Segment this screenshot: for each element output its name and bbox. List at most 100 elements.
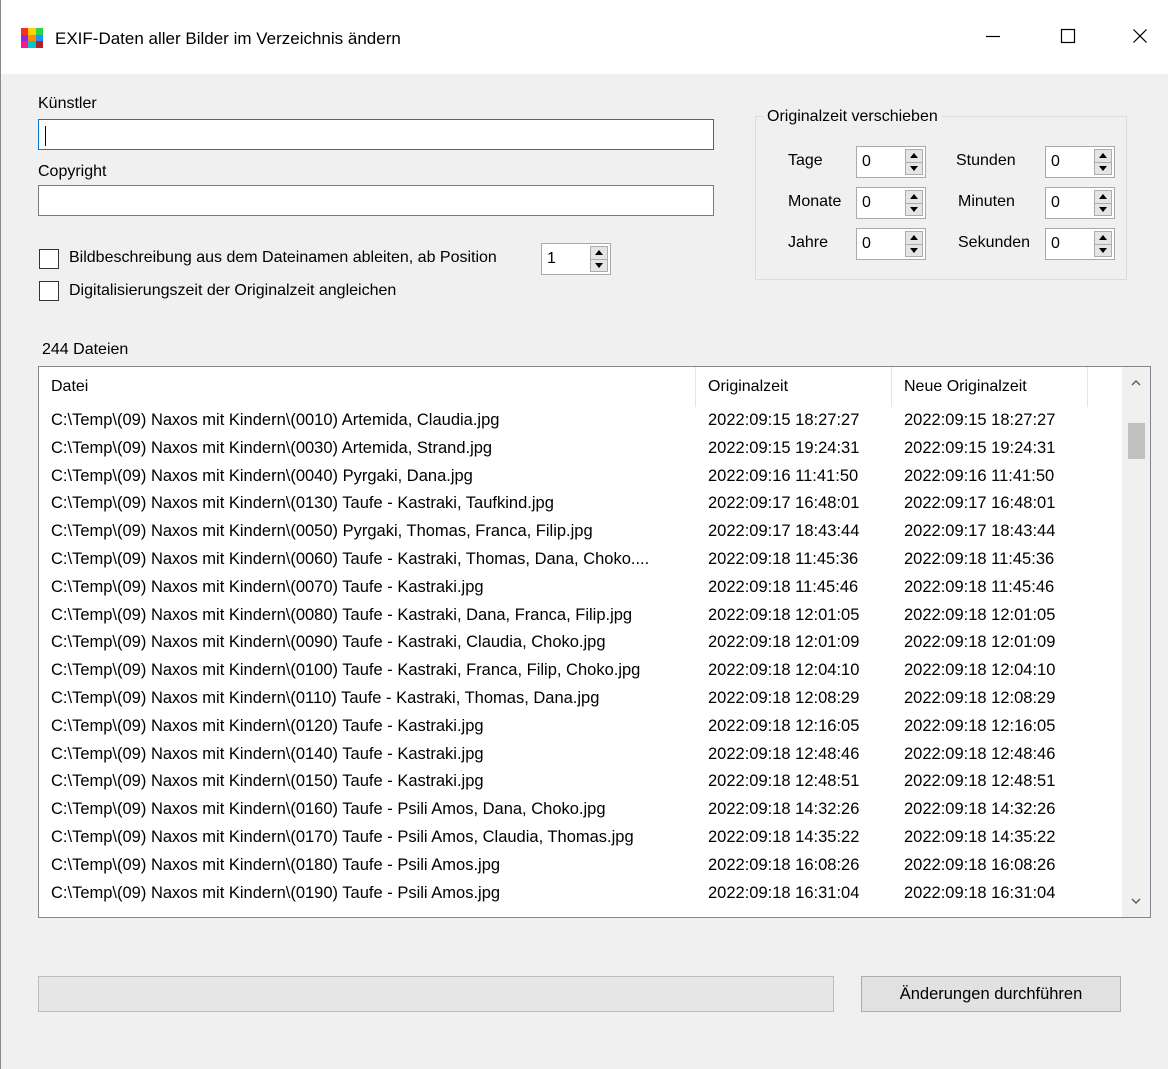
table-row[interactable]: C:\Temp\(09) Naxos mit Kindern\(0110) Ta… xyxy=(39,685,1123,713)
icon-cell xyxy=(35,34,43,42)
spin-down-button[interactable] xyxy=(1094,243,1112,257)
spin-down-button[interactable] xyxy=(905,202,923,216)
time-shift-title: Originalzeit verschieben xyxy=(763,108,942,126)
column-header-neue-originalzeit[interactable]: Neue Originalzeit xyxy=(892,367,1088,407)
original-time-cell: 2022:09:18 11:45:46 xyxy=(708,577,859,596)
file-list[interactable]: Datei Originalzeit Neue Originalzeit C:\… xyxy=(38,366,1151,918)
spin-down-button[interactable] xyxy=(905,243,923,257)
original-time-cell: 2022:09:18 12:16:05 xyxy=(708,716,860,735)
new-original-time-cell: 2022:09:18 12:04:10 xyxy=(904,661,1056,680)
table-row[interactable]: C:\Temp\(09) Naxos mit Kindern\(0080) Ta… xyxy=(39,602,1123,630)
new-original-time-cell: 2022:09:17 18:43:44 xyxy=(904,522,1056,541)
sekunden-spinner[interactable]: 0 xyxy=(1045,228,1115,260)
table-row[interactable]: C:\Temp\(09) Naxos mit Kindern\(0070) Ta… xyxy=(39,574,1123,602)
text-caret xyxy=(45,126,46,146)
maximize-button[interactable] xyxy=(1046,16,1090,56)
table-row[interactable]: C:\Temp\(09) Naxos mit Kindern\(0140) Ta… xyxy=(39,741,1123,769)
jahre-spinner[interactable]: 0 xyxy=(856,228,926,260)
tage-spinner[interactable]: 0 xyxy=(856,146,926,178)
table-row[interactable]: C:\Temp\(09) Naxos mit Kindern\(0030) Ar… xyxy=(39,435,1123,463)
arrow-up-icon xyxy=(1099,235,1107,241)
original-time-cell: 2022:09:17 18:43:44 xyxy=(708,522,860,541)
file-path-cell: C:\Temp\(09) Naxos mit Kindern\(0170) Ta… xyxy=(51,827,634,846)
new-original-time-cell: 2022:09:18 11:45:46 xyxy=(904,577,1055,596)
stunden-label: Stunden xyxy=(956,152,1016,169)
sekunden-value: 0 xyxy=(1051,235,1060,252)
new-original-time-cell: 2022:09:18 16:31:04 xyxy=(904,883,1056,902)
new-original-time-cell: 2022:09:15 19:24:31 xyxy=(904,438,1056,457)
file-path-cell: C:\Temp\(09) Naxos mit Kindern\(0150) Ta… xyxy=(51,772,484,791)
table-row[interactable]: C:\Temp\(09) Naxos mit Kindern\(0130) Ta… xyxy=(39,490,1123,518)
new-original-time-cell: 2022:09:18 12:48:51 xyxy=(904,772,1056,791)
new-original-time-cell: 2022:09:15 18:27:27 xyxy=(904,411,1056,429)
vertical-scrollbar[interactable] xyxy=(1122,367,1150,917)
file-path-cell: C:\Temp\(09) Naxos mit Kindern\(0030) Ar… xyxy=(51,438,493,457)
close-button[interactable] xyxy=(1118,16,1162,56)
original-time-cell: 2022:09:18 16:31:04 xyxy=(708,883,860,902)
monate-spinner[interactable]: 0 xyxy=(856,187,926,219)
tage-value: 0 xyxy=(862,153,871,170)
minimize-icon xyxy=(986,35,1000,38)
column-header-datei[interactable]: Datei xyxy=(39,367,696,407)
table-row[interactable]: C:\Temp\(09) Naxos mit Kindern\(0170) Ta… xyxy=(39,824,1123,852)
table-row[interactable]: C:\Temp\(09) Naxos mit Kindern\(0120) Ta… xyxy=(39,713,1123,741)
new-original-time-cell: 2022:09:18 12:01:09 xyxy=(904,633,1056,652)
file-path-cell: C:\Temp\(09) Naxos mit Kindern\(0080) Ta… xyxy=(51,605,633,624)
minimize-button[interactable] xyxy=(971,16,1015,56)
position-spinner[interactable]: 1 xyxy=(541,243,611,275)
icon-cell xyxy=(28,28,36,35)
arrow-down-icon xyxy=(1099,247,1107,253)
spin-down-button[interactable] xyxy=(905,161,923,175)
spin-up-button[interactable] xyxy=(1094,190,1112,203)
table-row[interactable]: C:\Temp\(09) Naxos mit Kindern\(0100) Ta… xyxy=(39,657,1123,685)
table-row[interactable]: C:\Temp\(09) Naxos mit Kindern\(0010) Ar… xyxy=(39,407,1123,435)
arrow-up-icon xyxy=(1099,153,1107,159)
column-header-originalzeit[interactable]: Originalzeit xyxy=(696,367,892,407)
spin-down-button[interactable] xyxy=(1094,161,1112,175)
artist-input[interactable] xyxy=(38,119,714,150)
spin-down-button[interactable] xyxy=(1094,202,1112,216)
original-time-cell: 2022:09:18 16:08:26 xyxy=(708,855,860,874)
new-original-time-cell: 2022:09:18 11:45:36 xyxy=(904,549,1055,568)
spin-up-button[interactable] xyxy=(905,149,923,162)
table-row[interactable]: C:\Temp\(09) Naxos mit Kindern\(0180) Ta… xyxy=(39,852,1123,880)
original-time-cell: 2022:09:15 18:27:27 xyxy=(708,411,860,429)
file-path-cell: C:\Temp\(09) Naxos mit Kindern\(0180) Ta… xyxy=(51,855,501,874)
copyright-input[interactable] xyxy=(38,185,714,216)
derive-description-checkbox[interactable] xyxy=(39,249,59,269)
minuten-spinner[interactable]: 0 xyxy=(1045,187,1115,219)
sync-digitization-checkbox[interactable] xyxy=(39,281,59,301)
original-time-cell: 2022:09:18 12:48:51 xyxy=(708,772,860,791)
main-window: EXIF-Daten aller Bilder im Verzeichnis ä… xyxy=(0,0,1168,1069)
monate-value: 0 xyxy=(862,194,871,211)
new-original-time-cell: 2022:09:18 12:16:05 xyxy=(904,716,1056,735)
spin-up-button[interactable] xyxy=(590,246,608,259)
original-time-cell: 2022:09:16 11:41:50 xyxy=(708,466,859,485)
table-row[interactable]: C:\Temp\(09) Naxos mit Kindern\(0190) Ta… xyxy=(39,880,1123,908)
spin-up-button[interactable] xyxy=(905,231,923,244)
table-row[interactable]: C:\Temp\(09) Naxos mit Kindern\(0050) Py… xyxy=(39,518,1123,546)
table-row[interactable]: C:\Temp\(09) Naxos mit Kindern\(0160) Ta… xyxy=(39,796,1123,824)
scrollbar-thumb[interactable] xyxy=(1128,423,1145,459)
file-path-cell: C:\Temp\(09) Naxos mit Kindern\(0070) Ta… xyxy=(51,577,484,596)
spin-up-button[interactable] xyxy=(1094,149,1112,162)
sync-digitization-label[interactable]: Digitalisierungszeit der Originalzeit an… xyxy=(69,282,396,300)
monate-label: Monate xyxy=(788,193,842,210)
spin-up-button[interactable] xyxy=(905,190,923,203)
title-bar[interactable]: EXIF-Daten aller Bilder im Verzeichnis ä… xyxy=(1,0,1168,74)
original-time-cell: 2022:09:18 12:04:10 xyxy=(708,661,860,680)
spin-up-button[interactable] xyxy=(1094,231,1112,244)
table-row[interactable]: C:\Temp\(09) Naxos mit Kindern\(0090) Ta… xyxy=(39,629,1123,657)
tage-label: Tage xyxy=(788,152,823,169)
original-time-cell: 2022:09:18 12:01:05 xyxy=(708,605,860,624)
icon-cell xyxy=(21,41,29,48)
derive-description-label[interactable]: Bildbeschreibung aus dem Dateinamen able… xyxy=(69,249,497,267)
apply-changes-button[interactable]: Änderungen durchführen xyxy=(861,976,1121,1012)
table-row[interactable]: C:\Temp\(09) Naxos mit Kindern\(0060) Ta… xyxy=(39,546,1123,574)
spin-down-button[interactable] xyxy=(590,258,608,272)
table-row[interactable]: C:\Temp\(09) Naxos mit Kindern\(0040) Py… xyxy=(39,463,1123,491)
table-row[interactable]: C:\Temp\(09) Naxos mit Kindern\(0150) Ta… xyxy=(39,768,1123,796)
app-icon xyxy=(21,28,43,48)
list-rows: C:\Temp\(09) Naxos mit Kindern\(0010) Ar… xyxy=(39,407,1123,907)
stunden-spinner[interactable]: 0 xyxy=(1045,146,1115,178)
